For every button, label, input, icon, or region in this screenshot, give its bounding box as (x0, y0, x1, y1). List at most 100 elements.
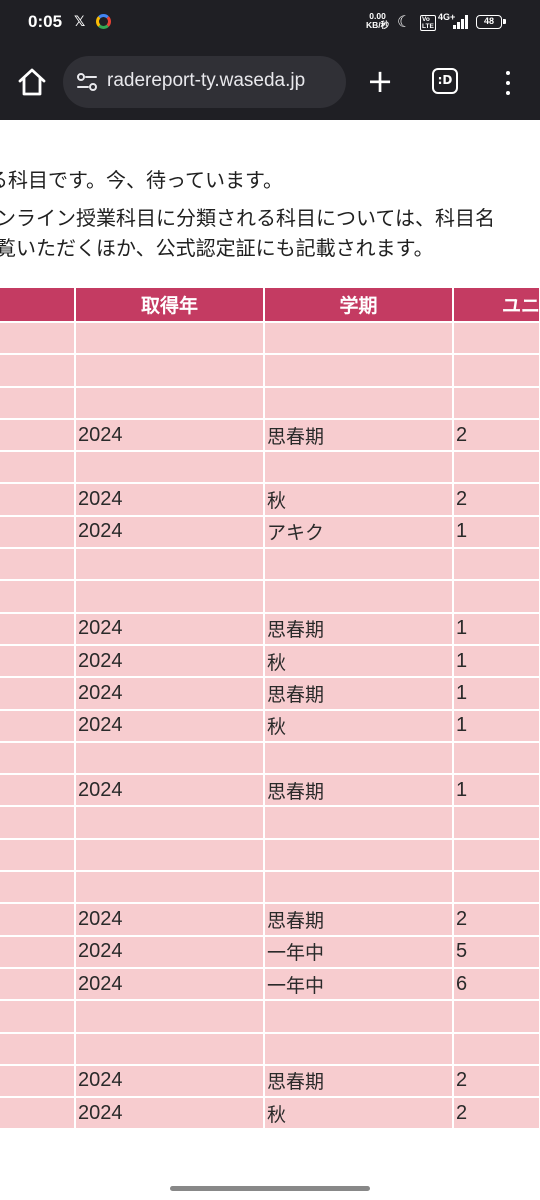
table-row: 2024 アキク 1 (0, 515, 540, 550)
table-row: 2024 思春期 1 (0, 774, 540, 808)
google-icon (96, 14, 111, 29)
cell-year: 2024 (75, 677, 265, 711)
cell-term (264, 451, 454, 485)
cell-course (0, 1097, 76, 1131)
cell-term: 一年中 (264, 935, 454, 969)
status-time: 0:05 (28, 12, 63, 31)
cell-term: アキク (264, 515, 454, 550)
new-tab-button[interactable]: + (366, 65, 394, 98)
cell-course (0, 709, 76, 743)
status-bar: 0:05 𝕏 0.00 KB/秒 ☾ Vo LTE 4G+ 48 (0, 0, 540, 48)
cell-units: 6 (453, 967, 540, 1002)
cell-units: 2 (453, 483, 540, 517)
address-bar[interactable]: radereport-ty.waseda.jp (63, 56, 346, 108)
table-row (0, 871, 540, 905)
cell-course (0, 935, 76, 969)
cell-course (0, 548, 76, 582)
cell-term (264, 871, 454, 905)
cell-term: 秋 (264, 1097, 454, 1131)
cell-units (453, 451, 540, 485)
cell-year: 2024 (75, 1097, 265, 1131)
battery-icon: 48 (476, 15, 506, 29)
cell-course (0, 1064, 76, 1099)
cell-year (75, 354, 265, 388)
cell-units: 1 (453, 774, 540, 808)
network-speed: 0.00 KB/秒 (366, 12, 389, 30)
intro-line-2: ンライン授業科目に分類される科目については、科目名 (0, 206, 495, 230)
table-row (0, 386, 540, 420)
cell-units (453, 386, 540, 420)
cell-units (453, 548, 540, 582)
header-year: 取得年 (75, 288, 265, 323)
cell-units: 1 (453, 677, 540, 711)
cell-course (0, 806, 76, 840)
table-row: 2024 一年中 5 (0, 935, 540, 969)
cell-term (264, 1032, 454, 1066)
cell-course (0, 903, 76, 937)
cell-course (0, 967, 76, 1002)
table-row (0, 580, 540, 614)
cell-units (453, 1032, 540, 1066)
cell-term: 一年中 (264, 967, 454, 1002)
table-row: 2024 思春期 1 (0, 612, 540, 646)
cell-year: 2024 (75, 612, 265, 646)
cell-course (0, 1000, 76, 1034)
cell-units (453, 838, 540, 873)
cell-year (75, 580, 265, 614)
cell-year (75, 1000, 265, 1034)
cell-term (264, 386, 454, 420)
site-settings-icon[interactable] (75, 70, 99, 94)
cell-year: 2024 (75, 644, 265, 679)
cell-units: 1 (453, 612, 540, 646)
intro-line-1: る科目です。今、待っています。 (0, 168, 283, 192)
table-row: 2024 思春期 1 (0, 677, 540, 711)
volte-icon: Vo LTE (420, 15, 436, 31)
cell-year: 2024 (75, 483, 265, 517)
cell-year: 2024 (75, 709, 265, 743)
cell-units (453, 741, 540, 776)
cell-course (0, 741, 76, 776)
cell-course (0, 322, 76, 356)
table-header-row: 取得年 学期 ユニ (0, 288, 540, 323)
cell-year (75, 838, 265, 873)
cell-course (0, 1032, 76, 1066)
browser-toolbar: radereport-ty.waseda.jp + :D (0, 48, 540, 120)
cell-year (75, 806, 265, 840)
cell-course (0, 580, 76, 614)
cell-term (264, 548, 454, 582)
cell-year (75, 451, 265, 485)
table-row: 2024 秋 1 (0, 709, 540, 743)
cell-term (264, 580, 454, 614)
table-body: 2024 思春期 2 2024 秋 2 2024 アキク 1 2024 思春期 1 2024 秋 1 2024… (0, 322, 540, 1131)
do-not-disturb-icon: ☾ (397, 12, 412, 31)
cell-course (0, 483, 76, 517)
cell-year: 2024 (75, 967, 265, 1002)
intro-text: る科目です。今、待っています。 ンライン授業科目に分類される科目については、科目… (0, 120, 540, 288)
tab-switcher-button[interactable]: :D (432, 68, 458, 94)
table-row (0, 322, 540, 356)
cell-term: 思春期 (264, 1064, 454, 1099)
cell-term: 思春期 (264, 418, 454, 453)
more-menu-icon[interactable] (500, 68, 516, 98)
home-icon[interactable] (16, 66, 48, 98)
table-row: 2024 思春期 2 (0, 1064, 540, 1099)
url-text[interactable]: radereport-ty.waseda.jp (107, 70, 305, 92)
table-row: 2024 秋 1 (0, 644, 540, 679)
cell-units: 2 (453, 1064, 540, 1099)
cell-units: 2 (453, 903, 540, 937)
table-row: 2024 秋 2 (0, 483, 540, 517)
cell-units: 2 (453, 1097, 540, 1131)
cell-term: 秋 (264, 644, 454, 679)
cell-year: 2024 (75, 418, 265, 453)
cell-course (0, 677, 76, 711)
table-row (0, 806, 540, 840)
cell-course (0, 386, 76, 420)
table-row: 2024 思春期 2 (0, 418, 540, 453)
cell-units (453, 322, 540, 356)
cell-units (453, 580, 540, 614)
x-app-icon: 𝕏 (74, 14, 86, 30)
cell-units: 1 (453, 515, 540, 550)
gesture-bar[interactable] (170, 1186, 370, 1191)
table-row (0, 354, 540, 388)
signal-icon (453, 15, 469, 29)
